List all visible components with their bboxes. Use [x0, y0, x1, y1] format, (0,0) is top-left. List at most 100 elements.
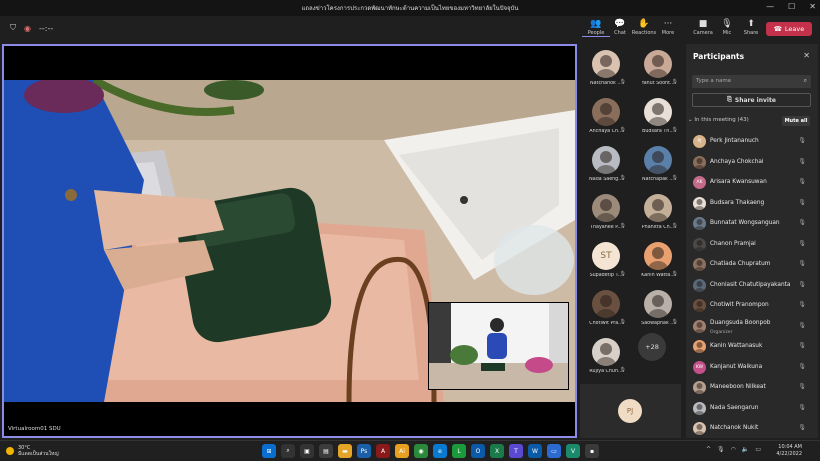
mic-off-icon[interactable]: 🎙 — [798, 137, 806, 144]
title-bar: แถลงข่าวโครงการประกวดพัฒนาทักษะด้านความเ… — [0, 0, 820, 16]
mic-off-icon[interactable]: 🎙 — [798, 424, 806, 431]
volume-icon[interactable]: 🔈 — [742, 446, 749, 453]
clock[interactable]: 10:04 AM 4/22/2022 — [772, 444, 802, 458]
line-icon[interactable]: L — [452, 444, 466, 458]
app-icon[interactable]: V — [566, 444, 580, 458]
teams-icon[interactable]: T — [509, 444, 523, 458]
participant-tile[interactable]: Rujiya Chun... 🎙 — [581, 334, 631, 382]
participant-tile[interactable]: Saowaphak ... 🎙 — [633, 286, 683, 334]
mic-off-icon[interactable]: 🎙 — [798, 260, 806, 267]
mic-off-icon[interactable]: 🎙 — [798, 178, 806, 185]
avatar — [644, 146, 672, 174]
meeting-section-header[interactable]: ⌄ In this meeting (43) — [688, 117, 749, 123]
mic-off-icon[interactable]: 🎙 — [798, 219, 806, 226]
mic-off-icon: 🎙 — [619, 367, 626, 373]
mic-off-icon[interactable]: 🎙 — [798, 404, 806, 411]
app-icon-2[interactable]: ▪ — [585, 444, 599, 458]
participant-row[interactable]: Chatlada Chupratum 🎙 — [692, 255, 814, 275]
mic-off-icon[interactable]: 🎙 — [798, 322, 806, 329]
search-icon[interactable]: ⌕ — [281, 444, 295, 458]
file-explorer-icon[interactable]: ▬ — [338, 444, 352, 458]
presenter-video-image — [429, 303, 568, 389]
mic-off-icon[interactable]: 🎙 — [798, 383, 806, 390]
mic-off-icon: 🎙 — [671, 271, 678, 277]
avatar — [592, 98, 620, 126]
illustrator-icon[interactable]: Ai — [395, 444, 409, 458]
participant-tile[interactable]: Natchanok ... 🎙 — [581, 46, 631, 94]
taskbar-apps: ⊞ ⌕ ▣ ▤ ▬ Ps A Ai ◉ e L O X T W ▭ V ▪ — [262, 444, 599, 458]
zoom-icon[interactable]: ▭ — [547, 444, 561, 458]
close-icon[interactable]: ✕ — [803, 51, 810, 60]
wifi-icon[interactable]: ◠ — [731, 446, 736, 453]
edge-icon[interactable]: e — [433, 444, 447, 458]
participant-tile[interactable]: ST Supadetip T... 🎙 — [581, 238, 631, 286]
self-video-tile[interactable]: PJ — [580, 384, 681, 438]
avatar — [693, 401, 706, 415]
participant-row[interactable]: Maneeboon Nilkeat 🎙 — [692, 378, 814, 398]
minimize-icon[interactable]: — — [766, 2, 774, 11]
participant-row[interactable]: Nada Saengarun 🎙 — [692, 399, 814, 419]
participant-row[interactable]: Anchaya Chokchai 🎙 — [692, 153, 814, 173]
participant-row[interactable]: PJ Perk Jintananuch 🎙 — [692, 132, 814, 152]
photoshop-icon[interactable]: Ps — [357, 444, 371, 458]
avatar — [592, 338, 620, 366]
mic-off-icon: 🎙 — [619, 175, 626, 181]
participant-row[interactable]: Chonlasit Chatutipayakanta 🎙 — [692, 276, 814, 296]
more-participants-badge[interactable]: +28 — [638, 333, 666, 361]
participant-tile[interactable]: Yanut Soont... 🎙 — [633, 46, 683, 94]
participant-tile[interactable]: Natchapak ... 🎙 — [633, 142, 683, 190]
widgets-icon[interactable]: ▤ — [319, 444, 333, 458]
maximize-icon[interactable]: ☐ — [788, 2, 795, 11]
mic-tray-icon[interactable]: 🎙 — [717, 446, 725, 453]
participant-tile[interactable]: Chotiwit Pra... 🎙 — [581, 286, 631, 334]
participant-row[interactable]: Chotiwit Pranompon 🎙 — [692, 296, 814, 316]
outlook-icon[interactable]: O — [471, 444, 485, 458]
acrobat-icon[interactable]: A — [376, 444, 390, 458]
excel-icon[interactable]: X — [490, 444, 504, 458]
battery-icon[interactable]: ▭ — [755, 446, 761, 453]
participant-tile[interactable]: Kanin Watta... 🎙 — [633, 238, 683, 286]
mic-off-icon[interactable]: 🎙 — [798, 158, 806, 165]
weather-widget[interactable]: 30°C มีแดดเป็นส่วนใหญ่ — [6, 445, 59, 457]
more-button[interactable]: ··· More — [654, 19, 682, 36]
participant-search-input[interactable]: Type a name ⌕ — [692, 75, 811, 88]
avatar — [644, 98, 672, 126]
mic-off-icon[interactable]: 🎙 — [798, 240, 806, 247]
share-button[interactable]: ⬆ Share — [737, 19, 765, 36]
participant-tile[interactable]: Budsara Th... 🎙 — [633, 94, 683, 142]
participant-tile[interactable]: Nada Saeng... 🎙 — [581, 142, 631, 190]
mic-off-icon[interactable]: 🎙 — [798, 342, 806, 349]
participant-row[interactable]: AK Arisara Kwansuwan 🎙 — [692, 173, 814, 193]
mic-off-icon[interactable]: 🎙 — [798, 199, 806, 206]
participant-tile[interactable]: Anchaya Ch... 🎙 — [581, 94, 631, 142]
participant-row[interactable]: KW Kanjanut Waikuna 🎙 — [692, 358, 814, 378]
chrome-icon[interactable]: ◉ — [414, 444, 428, 458]
participant-row[interactable]: Chanon Pramjai 🎙 — [692, 235, 814, 255]
participant-row[interactable]: Natchanok Nukit 🎙 — [692, 419, 814, 439]
participant-row[interactable]: Bunnatat Wongsanguan 🎙 — [692, 214, 814, 234]
avatar: AK — [693, 176, 706, 189]
mic-off-icon[interactable]: 🎙 — [798, 301, 806, 308]
mute-all-button[interactable]: Mute all — [782, 116, 810, 126]
task-view-icon[interactable]: ▣ — [300, 444, 314, 458]
participant-tile[interactable]: Thayanee P... 🎙 — [581, 190, 631, 238]
mic-off-icon: 🎙 — [619, 319, 626, 325]
participant-row[interactable]: Kanin Wattanasuk 🎙 — [692, 337, 814, 357]
mic-off-icon: 🎙 — [671, 127, 678, 133]
share-invite-button[interactable]: ⎘ Share invite — [692, 93, 811, 107]
avatar — [693, 278, 706, 292]
word-icon[interactable]: W — [528, 444, 542, 458]
participant-row[interactable]: Duangsuda Boonpob Organizer 🎙 — [692, 317, 814, 337]
mic-off-icon: 🎙 — [619, 271, 626, 277]
participant-row[interactable]: Budsara Thakaeng 🎙 — [692, 194, 814, 214]
main-video-stage[interactable]: Virtualroom01 SDU — [2, 44, 577, 438]
start-icon[interactable]: ⊞ — [262, 444, 276, 458]
participant-tile[interactable]: Phanitta Ch... 🎙 — [633, 190, 683, 238]
presenter-pip-video[interactable] — [428, 302, 569, 390]
mic-off-icon[interactable]: 🎙 — [798, 363, 806, 370]
system-tray: ^ 🎙 ◠ 🔈 ▭ — [706, 446, 761, 453]
mic-off-icon[interactable]: 🎙 — [798, 281, 806, 288]
close-window-icon[interactable]: ✕ — [809, 2, 816, 11]
chevron-up-icon[interactable]: ^ — [706, 446, 711, 453]
leave-button[interactable]: ☎ Leave — [766, 22, 812, 36]
